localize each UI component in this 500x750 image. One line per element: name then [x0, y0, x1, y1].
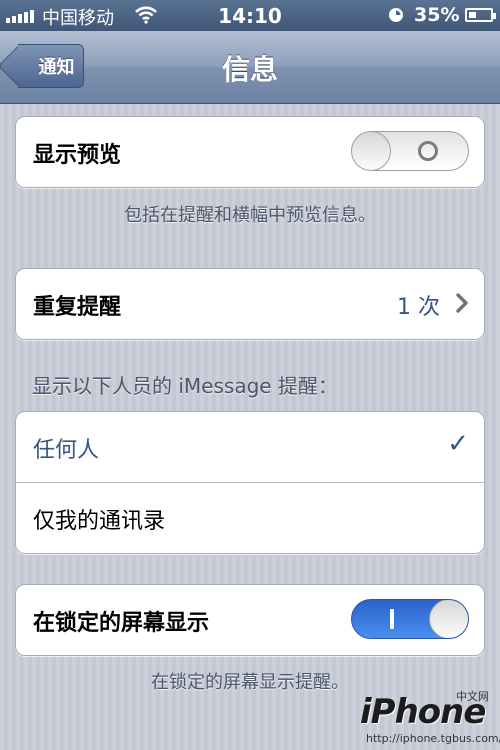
repeat-group: 重复提醒 1 次: [15, 268, 485, 340]
battery-icon: [465, 8, 496, 22]
switch-off-glyph: [418, 141, 438, 161]
back-button[interactable]: 通知: [18, 44, 84, 88]
show-preview-label: 显示预览: [33, 143, 122, 168]
lock-screen-group: 在锁定的屏幕显示: [15, 584, 485, 656]
watermark: iPhone 中文网 http://iphone.tgbus.com/: [360, 688, 500, 750]
watermark-url: http://iphone.tgbus.com/: [366, 732, 500, 745]
back-button-label: 通知: [38, 57, 75, 78]
imessage-section-header: 显示以下人员的 iMessage 提醒：: [32, 374, 338, 398]
option-contacts-only-label: 仅我的通讯录: [33, 509, 166, 534]
switch-knob[interactable]: [429, 600, 468, 638]
preview-footer-text: 包括在提醒和横幅中预览信息。: [124, 205, 376, 226]
option-contacts-only[interactable]: 仅我的通讯录: [16, 482, 484, 553]
option-anyone[interactable]: 任何人 ✓: [16, 412, 484, 482]
show-preview-switch[interactable]: [351, 131, 469, 171]
lock-screen-label: 在锁定的屏幕显示: [33, 611, 210, 636]
repeat-alert-value: 1 次: [397, 295, 440, 320]
switch-knob[interactable]: [352, 132, 391, 170]
status-bar: 中国移动 14:10 35%: [0, 0, 500, 31]
chevron-right-icon: [456, 293, 468, 313]
lock-screen-switch[interactable]: [351, 599, 469, 639]
checkmark-icon: ✓: [447, 429, 469, 459]
battery-percent: 35%: [414, 4, 460, 26]
navigation-bar: 通知 信息: [0, 31, 500, 104]
repeat-alert-cell[interactable]: 重复提醒 1 次: [16, 269, 484, 339]
preview-group: 显示预览: [15, 116, 485, 188]
switch-on-glyph: [390, 609, 394, 629]
show-preview-cell: 显示预览: [16, 117, 484, 187]
imessage-options-group: 任何人 ✓ 仅我的通讯录: [15, 411, 485, 554]
option-anyone-label: 任何人: [33, 438, 100, 463]
repeat-alert-label: 重复提醒: [33, 295, 122, 320]
alarm-icon: [389, 8, 403, 22]
watermark-cn-label: 中文网: [456, 690, 489, 703]
lock-screen-cell: 在锁定的屏幕显示: [16, 585, 484, 655]
